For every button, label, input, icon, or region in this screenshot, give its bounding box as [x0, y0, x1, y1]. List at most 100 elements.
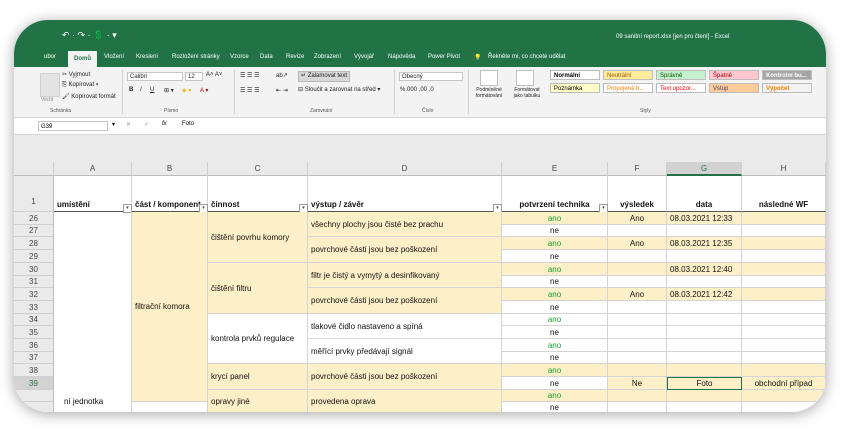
cell-e-no[interactable]: ne [502, 326, 608, 339]
cell-f[interactable] [608, 250, 667, 263]
cell-h[interactable] [742, 212, 826, 225]
cell-g39-selected[interactable]: Foto [667, 377, 742, 390]
cell-h[interactable] [742, 364, 826, 377]
cell-g[interactable] [667, 352, 742, 364]
cell-f-result[interactable]: Ne [608, 377, 667, 390]
cell-f-result[interactable]: Ano [608, 212, 667, 225]
row-header-35[interactable]: 35 [14, 326, 54, 339]
row-header-34[interactable]: 34 [14, 314, 54, 326]
tab-formulas[interactable]: Vzorce [230, 54, 249, 60]
row-header-26[interactable]: 26 [14, 212, 54, 225]
cell-f-result[interactable]: Ano [608, 288, 667, 301]
tab-help[interactable]: Nápověda [388, 54, 415, 60]
cell-g[interactable] [667, 314, 742, 326]
cell-f[interactable] [608, 301, 667, 314]
bold-button[interactable]: B [129, 87, 133, 93]
tab-page-layout[interactable]: Rozložení stránky [172, 54, 220, 60]
underline-button[interactable]: U [150, 87, 154, 93]
cell-e-no[interactable]: ne [502, 377, 608, 390]
cell-style-good[interactable]: Správně [656, 70, 706, 80]
row-header[interactable] [14, 402, 54, 412]
cell-e-no[interactable]: ne [502, 402, 608, 412]
col-header-d[interactable]: D [308, 162, 502, 176]
row-header-33[interactable]: 33 [14, 301, 54, 314]
row-header-28[interactable]: 28 [14, 237, 54, 250]
worksheet-grid[interactable]: A B C D E F G H 1 umístění část / kompon… [14, 162, 826, 412]
tell-me-search[interactable]: Řekněte mi, co chcete udělat [488, 54, 565, 60]
quick-access-toolbar[interactable]: ↶ · ↷ · 💲 · ▾ [62, 30, 117, 41]
cell-g[interactable] [667, 364, 742, 377]
cell-g[interactable] [667, 390, 742, 402]
cell-a-next-location[interactable]: ní jednotka [54, 396, 132, 408]
cell-h[interactable] [742, 402, 826, 412]
font-color-icon[interactable]: A ▾ [200, 87, 208, 94]
cell-d-output-8[interactable]: provedena oprava [308, 390, 502, 412]
cell-h[interactable] [742, 339, 826, 352]
cell-d-output-1[interactable]: všechny plochy jsou čisté bez prachu [308, 212, 502, 237]
cell-d-output-2[interactable]: povrchové části jsou bez poškození [308, 237, 502, 263]
align-left-icon[interactable]: ☰ ☰ ☰ [240, 87, 259, 94]
cell-a-merged[interactable] [54, 212, 132, 412]
fill-color-icon[interactable]: ◈ ▾ [182, 87, 191, 94]
tab-data[interactable]: Data [260, 54, 273, 60]
cell-e-no[interactable]: ne [502, 352, 608, 364]
number-format-select[interactable]: Obecný [399, 72, 463, 81]
enter-icon[interactable]: ✓ [144, 121, 149, 128]
tab-home[interactable]: Domů [68, 51, 97, 67]
align-top-icon[interactable]: ☰ ☰ ☰ [240, 72, 259, 79]
cell-e-yes[interactable]: ano [502, 288, 608, 301]
col-header-f[interactable]: F [608, 162, 667, 176]
cell-h[interactable] [742, 288, 826, 301]
name-box[interactable]: G39 [38, 121, 108, 131]
cell-e-yes[interactable]: ano [502, 212, 608, 225]
tab-draw[interactable]: Kreslení [136, 54, 158, 60]
tab-insert[interactable]: Vložení [104, 54, 124, 60]
cell-e-no[interactable]: ne [502, 276, 608, 288]
row-header[interactable] [14, 390, 54, 402]
row-header-37[interactable]: 37 [14, 352, 54, 364]
cell-g[interactable] [667, 250, 742, 263]
cell-e-yes[interactable]: ano [502, 339, 608, 352]
paste-button[interactable]: Vložit [41, 97, 53, 103]
row-header-27[interactable]: 27 [14, 225, 54, 237]
cell-f[interactable] [608, 364, 667, 377]
row-header-38[interactable]: 38 [14, 364, 54, 377]
cell-d-output-6[interactable]: měřící prvky předávají signál [308, 339, 502, 364]
cell-d-output-4[interactable]: povrchové části jsou bez poškození [308, 288, 502, 314]
cell-h[interactable] [742, 263, 826, 276]
cell-g-date[interactable]: 08.03.2021 12:33 [667, 212, 742, 225]
cell-e-yes[interactable]: ano [502, 314, 608, 326]
merge-center-button[interactable]: ⊟ Sloučit a zarovnat na střed ▾ [298, 86, 380, 93]
format-as-table-button[interactable]: Formátovat jako tabulku [510, 87, 544, 99]
cell-style-input[interactable]: Vstup [709, 83, 759, 93]
cell-style-note[interactable]: Poznámka [550, 83, 600, 93]
cell-e-no[interactable]: ne [502, 225, 608, 237]
cell-e-yes[interactable]: ano [502, 390, 608, 402]
cell-h[interactable] [742, 326, 826, 339]
number-format-buttons[interactable]: % 000 ,00 ,0 [400, 87, 434, 93]
row-header-31[interactable]: 31 [14, 276, 54, 288]
cell-b-component[interactable]: filtrační komora [132, 212, 208, 402]
format-painter-button[interactable]: 🖌 Kopírovat formát [62, 93, 116, 100]
cancel-icon[interactable]: ✕ [126, 121, 131, 128]
cell-d-output-3[interactable]: filtr je čistý a vymytý a desinfikovaný [308, 263, 502, 288]
indent-icon[interactable]: ⇤ ⇥ [276, 87, 288, 94]
font-size-select[interactable]: 12 [185, 72, 203, 81]
cell-b[interactable] [132, 402, 208, 412]
cell-e-no[interactable]: ne [502, 301, 608, 314]
cell-h[interactable] [742, 352, 826, 364]
tab-view[interactable]: Zobrazení [314, 54, 341, 60]
row-header-32[interactable]: 32 [14, 288, 54, 301]
cell-f[interactable] [608, 276, 667, 288]
cell-f[interactable] [608, 326, 667, 339]
cell-g[interactable] [667, 225, 742, 237]
font-grow-shrink-icon[interactable]: A˄ A˅ [206, 72, 222, 78]
cell-g[interactable] [667, 402, 742, 412]
cell-f[interactable] [608, 314, 667, 326]
cell-c-activity-5[interactable]: opravy jiné [208, 390, 308, 412]
cell-g-date[interactable]: 08.03.2021 12:42 [667, 288, 742, 301]
col-header-b[interactable]: B [132, 162, 208, 176]
cell-g[interactable] [667, 326, 742, 339]
row-header-1[interactable]: 1 [14, 176, 54, 212]
font-name-select[interactable]: Calibri [127, 72, 183, 81]
